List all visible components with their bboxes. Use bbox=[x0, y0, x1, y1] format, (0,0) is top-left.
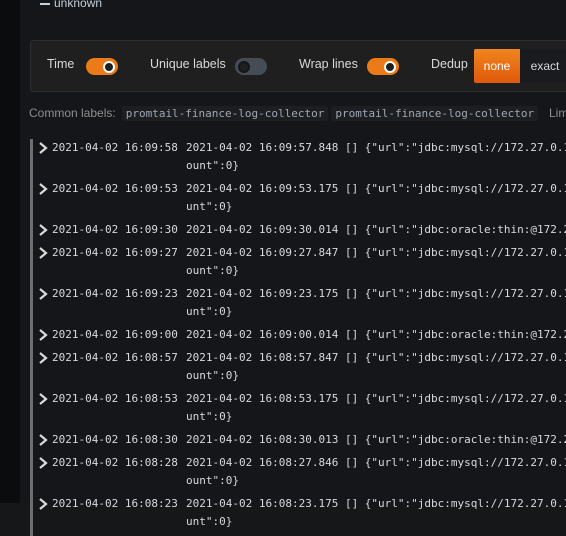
log-message-wrap: ount":0} bbox=[186, 474, 239, 487]
log-timestamp: 2021-04-02 16:09:27 bbox=[52, 246, 178, 259]
unique-labels-toggle[interactable] bbox=[235, 58, 267, 75]
chevron-right-icon[interactable] bbox=[36, 246, 50, 260]
wrap-lines-label: Wrap lines bbox=[299, 57, 358, 71]
time-label: Time bbox=[47, 57, 75, 71]
log-timestamp: 2021-04-02 16:09:30 bbox=[52, 223, 178, 236]
log-level-indicator bbox=[30, 349, 33, 390]
log-message: 2021-04-02 16:09:27.847 [] {"url":"jdbc:… bbox=[186, 246, 566, 259]
log-message-wrap: unt":0} bbox=[186, 515, 233, 528]
chevron-right-icon[interactable] bbox=[36, 328, 50, 342]
common-label-tag: promtail-finance-log-collector bbox=[331, 105, 539, 121]
chevron-right-icon[interactable] bbox=[36, 287, 50, 301]
log-timestamp: 2021-04-02 16:08:57 bbox=[52, 351, 178, 364]
time-toggle[interactable] bbox=[86, 58, 118, 75]
toggle-knob-icon bbox=[238, 60, 250, 73]
log-level-indicator bbox=[30, 221, 33, 244]
log-level-indicator bbox=[30, 431, 33, 454]
unique-labels-label: Unique labels bbox=[150, 57, 226, 71]
log-timestamp: 2021-04-02 16:08:28 bbox=[52, 456, 178, 469]
wrap-lines-toggle[interactable] bbox=[367, 58, 399, 75]
log-level-indicator bbox=[30, 390, 33, 431]
log-row[interactable]: 2021-04-02 16:08:30 2021-04-02 16:08:30.0… bbox=[30, 431, 566, 454]
log-timestamp: 2021-04-02 16:08:23 bbox=[52, 497, 178, 510]
log-message: 2021-04-02 16:09:53.175 [] {"url":"jdbc:… bbox=[186, 182, 566, 195]
dash-icon bbox=[40, 3, 50, 5]
log-timestamp: 2021-04-02 16:08:53 bbox=[52, 392, 178, 405]
log-row[interactable]: 2021-04-02 16:09:00 2021-04-02 16:09:00.0… bbox=[30, 326, 566, 349]
log-row[interactable]: 2021-04-02 16:09:58 2021-04-02 16:09:57.8… bbox=[30, 139, 566, 180]
log-level-indicator bbox=[30, 244, 33, 285]
log-message-wrap: ount":0} bbox=[186, 159, 239, 172]
toggle-knob-icon bbox=[384, 60, 396, 73]
chevron-right-icon[interactable] bbox=[36, 392, 50, 406]
chevron-right-icon[interactable] bbox=[36, 456, 50, 470]
log-message: 2021-04-02 16:08:57.847 [] {"url":"jdbc:… bbox=[186, 351, 566, 364]
log-row[interactable]: 2021-04-02 16:08:53 2021-04-02 16:08:53.1… bbox=[30, 390, 566, 431]
log-level-indicator bbox=[30, 180, 33, 221]
log-message-wrap: ount":0} bbox=[186, 369, 239, 382]
dedup-none-button[interactable]: none bbox=[474, 49, 520, 83]
log-timestamp: 2021-04-02 16:08:30 bbox=[52, 433, 178, 446]
common-labels: Common labels: promtail-finance-log-coll… bbox=[29, 104, 541, 122]
toggle-knob-icon bbox=[103, 60, 115, 73]
common-labels-title: Common labels: bbox=[29, 106, 116, 120]
log-timestamp: 2021-04-02 16:09:00 bbox=[52, 328, 178, 341]
log-level-indicator bbox=[30, 285, 33, 326]
level-filter-label: unknown bbox=[54, 0, 103, 10]
chevron-right-icon[interactable] bbox=[36, 223, 50, 237]
chevron-right-icon[interactable] bbox=[36, 433, 50, 447]
log-level-indicator bbox=[30, 139, 33, 180]
log-timestamp: 2021-04-02 16:09:23 bbox=[52, 287, 178, 300]
log-row[interactable]: 2021-04-02 16:08:23 2021-04-02 16:08:23.1… bbox=[30, 495, 566, 536]
log-level-indicator bbox=[30, 495, 33, 536]
log-row[interactable]: 2021-04-02 16:09:30 2021-04-02 16:09:30.0… bbox=[30, 221, 566, 244]
log-message: 2021-04-02 16:09:57.848 [] {"url":"jdbc:… bbox=[186, 141, 566, 154]
log-timestamp: 2021-04-02 16:09:53 bbox=[52, 182, 178, 195]
common-label-tag: promtail-finance-log-collector bbox=[121, 105, 329, 121]
log-message-wrap: unt":0} bbox=[186, 200, 233, 213]
log-level-indicator bbox=[30, 326, 33, 349]
level-filter-unknown[interactable]: unknown bbox=[40, 0, 102, 11]
app-sidebar-edge bbox=[0, 0, 20, 503]
log-row[interactable]: 2021-04-02 16:08:28 2021-04-02 16:08:27.8… bbox=[30, 454, 566, 495]
log-options-bar: Time Unique labels Wrap lines Dedup none… bbox=[30, 40, 566, 92]
log-row[interactable]: 2021-04-02 16:09:23 2021-04-02 16:09:23.1… bbox=[30, 285, 566, 326]
log-message: 2021-04-02 16:08:27.846 [] {"url":"jdbc:… bbox=[186, 456, 566, 469]
log-message: 2021-04-02 16:09:00.014 [] {"url":"jdbc:… bbox=[186, 328, 566, 341]
log-row[interactable]: 2021-04-02 16:09:53 2021-04-02 16:09:53.1… bbox=[30, 180, 566, 221]
chevron-right-icon[interactable] bbox=[36, 351, 50, 365]
log-message: 2021-04-02 16:08:53.175 [] {"url":"jdbc:… bbox=[186, 392, 566, 405]
log-level-indicator bbox=[30, 454, 33, 495]
log-message: 2021-04-02 16:08:30.013 [] {"url":"jdbc:… bbox=[186, 433, 566, 446]
log-message-wrap: ount":0} bbox=[186, 264, 239, 277]
line-limit-label: Lim bbox=[549, 106, 566, 120]
log-message: 2021-04-02 16:09:30.014 [] {"url":"jdbc:… bbox=[186, 223, 566, 236]
log-message-wrap: unt":0} bbox=[186, 305, 233, 318]
log-rows: 2021-04-02 16:09:58 2021-04-02 16:09:57.8… bbox=[30, 139, 566, 536]
dedup-label: Dedup bbox=[431, 57, 468, 71]
log-message: 2021-04-02 16:09:23.175 [] {"url":"jdbc:… bbox=[186, 287, 566, 300]
chevron-right-icon[interactable] bbox=[36, 141, 50, 155]
chevron-right-icon[interactable] bbox=[36, 182, 50, 196]
log-message: 2021-04-02 16:08:23.175 [] {"url":"jdbc:… bbox=[186, 497, 566, 510]
dedup-exact-button[interactable]: exact bbox=[520, 49, 566, 83]
log-message-wrap: unt":0} bbox=[186, 410, 233, 423]
log-timestamp: 2021-04-02 16:09:58 bbox=[52, 141, 178, 154]
log-row[interactable]: 2021-04-02 16:08:57 2021-04-02 16:08:57.8… bbox=[30, 349, 566, 390]
log-row[interactable]: 2021-04-02 16:09:27 2021-04-02 16:09:27.8… bbox=[30, 244, 566, 285]
logs-panel: unknown Time Unique labels Wrap lines De… bbox=[20, 0, 566, 536]
chevron-right-icon[interactable] bbox=[36, 497, 50, 511]
